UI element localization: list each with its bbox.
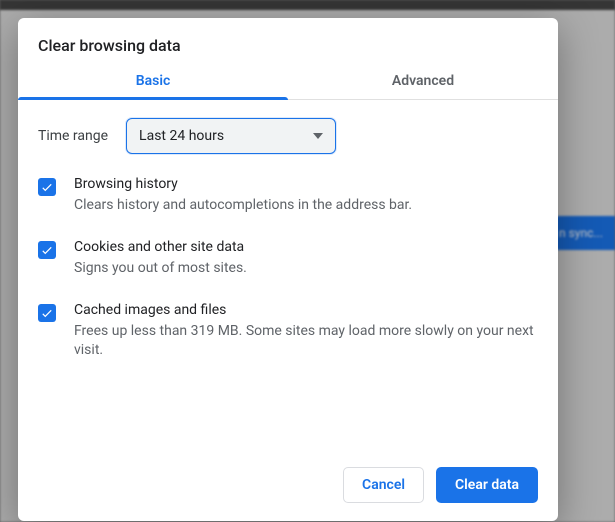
option-title: Browsing history <box>74 176 412 192</box>
checkbox-cookies[interactable] <box>38 241 56 259</box>
clear-browsing-data-dialog: Clear browsing data Basic Advanced Time … <box>18 18 558 521</box>
dialog-body: Time range Last 24 hours Browsing histor… <box>18 100 558 453</box>
dialog-tabs: Basic Advanced <box>18 67 558 100</box>
option-title: Cookies and other site data <box>74 239 247 255</box>
tab-basic[interactable]: Basic <box>18 67 288 99</box>
dialog-footer: Cancel Clear data <box>18 453 558 521</box>
time-range-select[interactable]: Last 24 hours <box>126 118 336 154</box>
time-range-label: Time range <box>38 128 108 144</box>
option-desc: Frees up less than 319 MB. Some sites ma… <box>74 322 538 360</box>
option-desc: Clears history and autocompletions in th… <box>74 196 412 215</box>
dialog-title: Clear browsing data <box>18 18 558 67</box>
clear-data-button[interactable]: Clear data <box>436 467 538 503</box>
check-icon <box>40 306 54 320</box>
check-icon <box>40 180 54 194</box>
cancel-button[interactable]: Cancel <box>343 467 424 503</box>
time-range-value: Last 24 hours <box>139 128 224 144</box>
chevron-down-icon <box>313 133 323 139</box>
option-desc: Signs you out of most sites. <box>74 259 247 278</box>
option-browsing-history: Browsing history Clears history and auto… <box>38 176 538 215</box>
sync-pill: n sync... <box>555 216 615 250</box>
check-icon <box>40 243 54 257</box>
checkbox-cache[interactable] <box>38 304 56 322</box>
tab-advanced[interactable]: Advanced <box>288 67 558 99</box>
time-range-row: Time range Last 24 hours <box>38 118 538 154</box>
option-title: Cached images and files <box>74 302 538 318</box>
option-cookies: Cookies and other site data Signs you ou… <box>38 239 538 278</box>
option-cache: Cached images and files Frees up less th… <box>38 302 538 360</box>
checkbox-browsing-history[interactable] <box>38 178 56 196</box>
